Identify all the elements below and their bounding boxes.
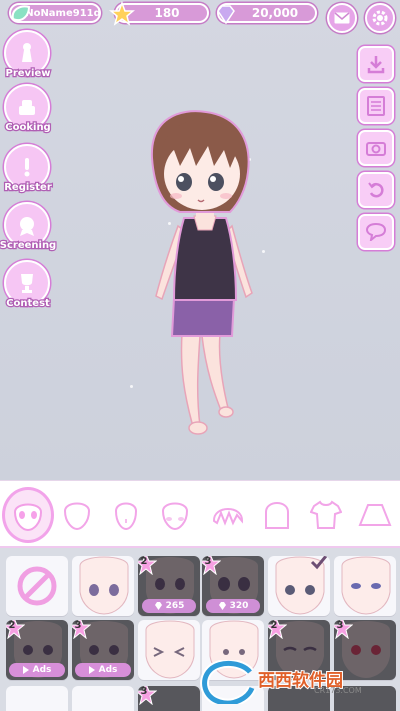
category-bottoms[interactable] [353, 493, 397, 537]
face-preview-icon [341, 556, 391, 615]
level-badge: 3 [202, 556, 222, 576]
preview-label: Preview [4, 67, 52, 81]
item-face-option[interactable] [138, 620, 200, 680]
camera-icon [366, 142, 386, 156]
sparkle [130, 385, 133, 388]
level-badge: 2 [138, 556, 158, 576]
item-locked-ads[interactable]: 3 Ads [72, 620, 134, 680]
play-icon [88, 666, 95, 674]
item-face-option[interactable] [72, 686, 134, 711]
face-preview-icon [145, 620, 195, 679]
prohibited-icon [17, 566, 57, 606]
category-hair-bangs[interactable] [206, 493, 250, 537]
cooking-label: Cooking [4, 121, 52, 135]
head-shape-icon [63, 502, 91, 531]
level-badge: 3 [334, 620, 354, 640]
checkmark-icon [310, 556, 328, 570]
category-hair-back[interactable] [255, 493, 299, 537]
skirt-icon [358, 504, 392, 526]
category-tops[interactable] [304, 493, 348, 537]
level-badge: 3 [138, 686, 158, 706]
item-none[interactable] [6, 556, 68, 616]
stars-value: 180 [154, 6, 180, 20]
level-badge: 2 [268, 620, 288, 640]
crown-dress-icon [22, 43, 32, 62]
item-face-option[interactable] [6, 686, 68, 711]
category-blush[interactable] [153, 493, 197, 537]
star-icon [109, 1, 135, 26]
gem-price: 320 [206, 599, 260, 613]
chat-bubble-icon [365, 223, 387, 241]
face-blush-icon [161, 502, 189, 531]
leaf-icon [11, 5, 31, 21]
hair-bangs-icon [212, 508, 244, 526]
diamond-icon [154, 602, 162, 610]
character-stage [0, 0, 400, 480]
item-locked[interactable]: 3 320 [202, 556, 264, 616]
download-button[interactable] [358, 46, 394, 82]
trophy-icon [21, 274, 33, 293]
play-icon [22, 666, 29, 674]
diamond-icon [217, 5, 235, 25]
chat-button[interactable] [358, 214, 394, 250]
undo-button[interactable] [358, 172, 394, 208]
settings-button[interactable] [365, 3, 395, 33]
cake-icon [19, 100, 35, 115]
list-button[interactable] [358, 88, 394, 124]
item-locked-ads[interactable]: 2 Ads [6, 620, 68, 680]
contest-button[interactable]: Contest [4, 260, 52, 318]
item-locked[interactable]: 2 265 [138, 556, 200, 616]
top-bar: NoName911d 180 20,000 [3, 1, 397, 33]
badge-icon [20, 217, 34, 236]
item-face-option-selected[interactable] [268, 556, 330, 616]
watermark-logo-icon [200, 660, 256, 704]
preview-button[interactable]: Preview [4, 30, 52, 88]
player-name-pill[interactable]: NoName911d [9, 3, 101, 23]
undo-icon [368, 182, 384, 198]
category-bar [0, 480, 400, 548]
screening-label: Screening [0, 239, 57, 253]
category-face-selected[interactable] [2, 487, 54, 543]
stars-counter[interactable]: 180 [109, 1, 209, 26]
register-button[interactable]: Register [3, 144, 53, 202]
exclamation-icon [24, 158, 30, 177]
envelope-icon [334, 12, 350, 24]
category-ears[interactable] [104, 493, 148, 537]
item-face-option[interactable] [72, 556, 134, 616]
gear-icon [372, 10, 388, 26]
download-icon [367, 56, 385, 74]
diamond-icon [218, 602, 226, 610]
list-icon [367, 96, 385, 116]
level-badge: 2 [6, 620, 26, 640]
watermark: 西西软件园 CR173.COM [198, 660, 398, 704]
watch-ads-button[interactable]: Ads [75, 663, 131, 677]
item-face-option[interactable] [334, 556, 396, 616]
player-name: NoName911d [25, 7, 101, 19]
register-label: Register [3, 181, 53, 195]
face-preview-icon [79, 556, 129, 615]
watch-ads-button[interactable]: Ads [9, 663, 65, 677]
face-icon [13, 503, 43, 532]
category-head-shape[interactable] [55, 493, 99, 537]
item-locked[interactable]: 3 [138, 686, 200, 711]
ear-face-icon [114, 502, 138, 531]
gem-price: 265 [142, 599, 196, 613]
cooking-button[interactable]: Cooking [4, 84, 52, 142]
shirt-icon [310, 500, 342, 529]
camera-button[interactable] [358, 130, 394, 166]
watermark-url: CR173.COM [314, 686, 362, 695]
character-avatar[interactable] [140, 108, 270, 443]
contest-label: Contest [5, 297, 51, 311]
level-badge: 3 [72, 620, 92, 640]
hair-back-icon [265, 502, 289, 529]
gems-counter[interactable]: 20,000 [217, 3, 317, 25]
mail-button[interactable] [327, 3, 357, 33]
gems-value: 20,000 [251, 6, 299, 20]
screening-button[interactable]: Screening [0, 202, 57, 260]
